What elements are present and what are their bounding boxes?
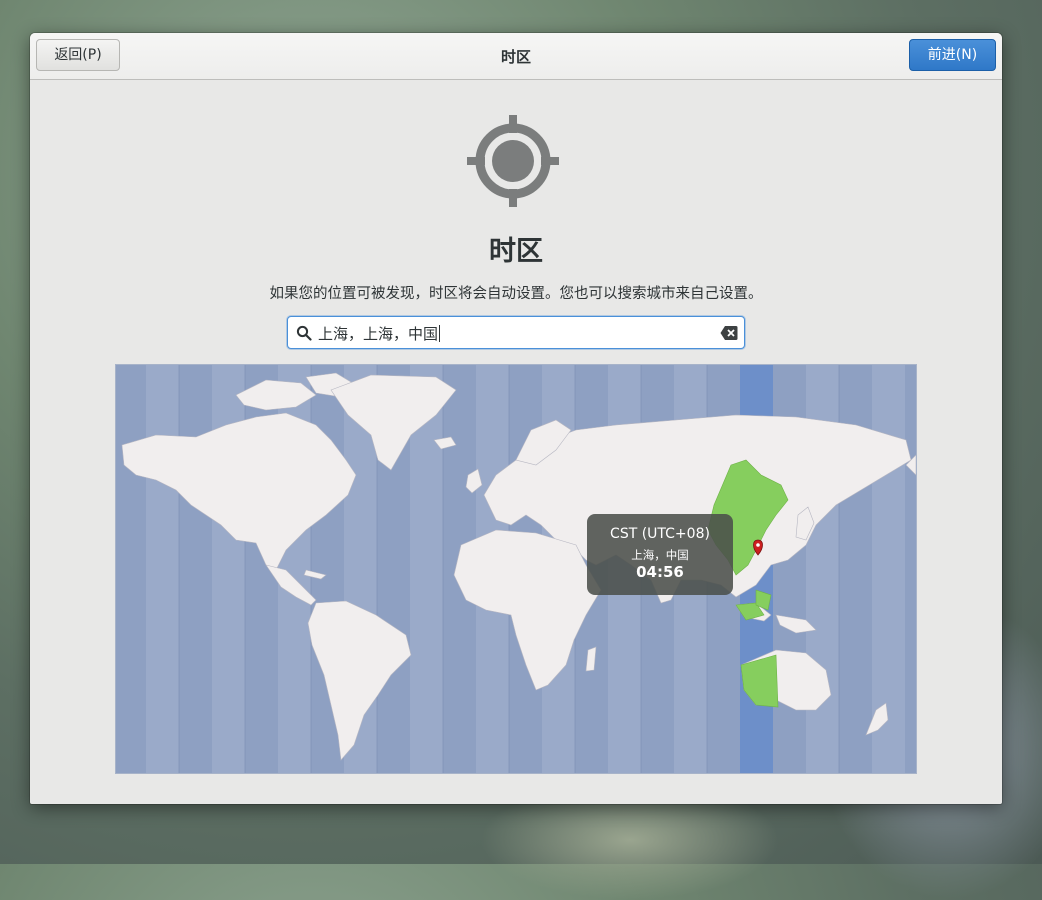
clear-icon[interactable] bbox=[720, 325, 738, 341]
text-cursor bbox=[439, 325, 441, 342]
page-title: 时区 bbox=[489, 236, 543, 267]
search-text: 上海，上海，中国 bbox=[318, 323, 441, 344]
tooltip-timezone: CST (UTC+08) bbox=[610, 526, 710, 542]
timezone-tooltip: CST (UTC+08) 上海，中国 04:56 bbox=[587, 514, 733, 595]
tooltip-time: 04:56 bbox=[636, 563, 684, 581]
next-button[interactable]: 前进(N) bbox=[909, 39, 996, 71]
tooltip-location: 上海，中国 bbox=[631, 548, 689, 562]
window-title: 时区 bbox=[500, 48, 531, 66]
timezone-window: 返回(P) 时区 前进(N) 时区 如果您的位置可被发现，时区将会自动设置。您也… bbox=[30, 33, 1002, 804]
search-icon bbox=[296, 325, 312, 341]
location-icon bbox=[467, 115, 559, 207]
search-value: 上海，上海，中国 bbox=[318, 325, 439, 343]
page-description: 如果您的位置可被发现，时区将会自动设置。您也可以搜索城市来自己设置。 bbox=[269, 286, 763, 302]
search-input[interactable]: 上海，上海，中国 bbox=[287, 316, 745, 349]
header-bar: 返回(P) 时区 前进(N) bbox=[30, 33, 1002, 80]
world-map-svg bbox=[121, 365, 916, 773]
world-map[interactable] bbox=[115, 364, 917, 774]
